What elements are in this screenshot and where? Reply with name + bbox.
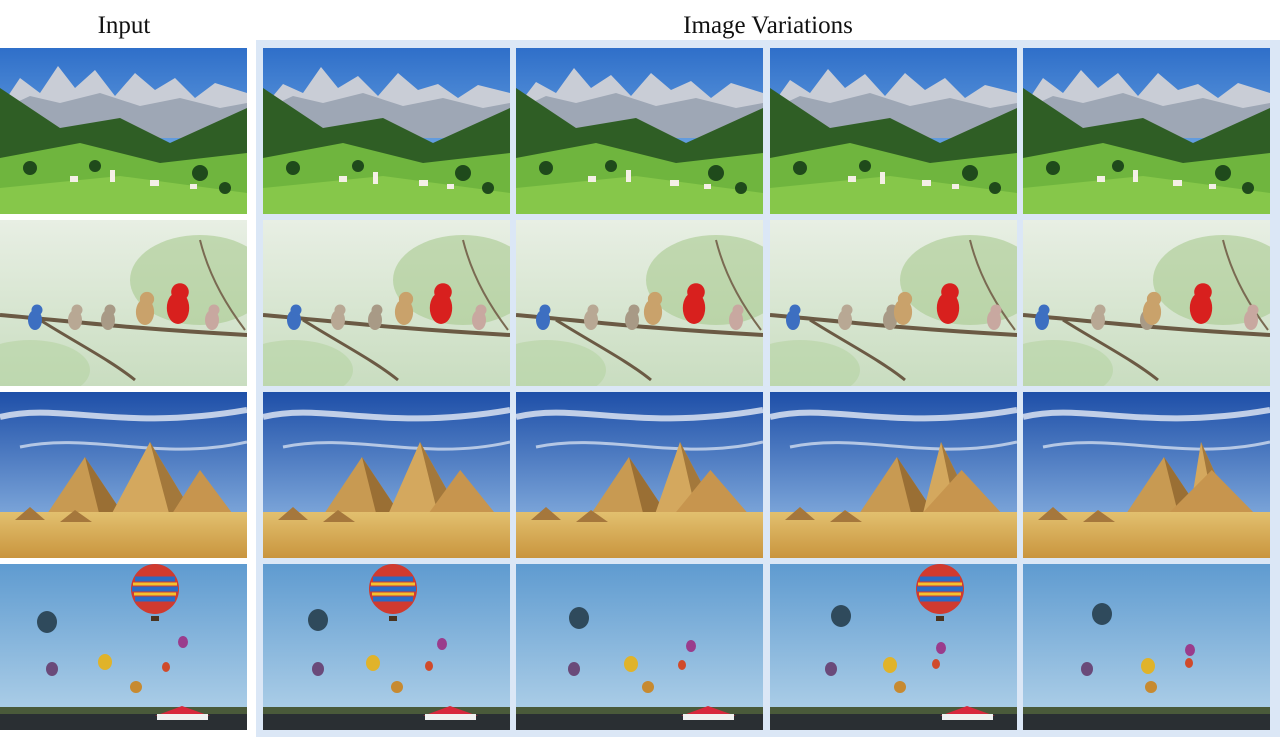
variation-image-hot-air-balloons-scene-3	[770, 564, 1017, 730]
variation-image-mountain-valley-scene-4	[1023, 48, 1270, 214]
variation-image-pyramids-desert-scene-4	[1023, 392, 1270, 558]
variation-image-birds-on-branch-scene-3	[770, 220, 1017, 386]
variation-image-mountain-valley-scene-1	[263, 48, 510, 214]
variation-image-birds-on-branch-scene-2	[516, 220, 763, 386]
variation-image-pyramids-desert-scene-2	[516, 392, 763, 558]
variation-image-hot-air-balloons-scene-4	[1023, 564, 1270, 730]
variation-image-birds-on-branch-scene-1	[263, 220, 510, 386]
variation-image-birds-on-branch-scene-4	[1023, 220, 1270, 386]
variation-image-hot-air-balloons-scene-1	[263, 564, 510, 730]
input-image-birds-on-branch-scene	[0, 220, 247, 386]
variation-image-mountain-valley-scene-2	[516, 48, 763, 214]
input-image-pyramids-desert-scene	[0, 392, 247, 558]
input-image-hot-air-balloons-scene	[0, 564, 247, 730]
variation-image-mountain-valley-scene-3	[770, 48, 1017, 214]
variation-image-pyramids-desert-scene-3	[770, 392, 1017, 558]
variation-image-pyramids-desert-scene-1	[263, 392, 510, 558]
input-column-header: Input	[97, 12, 151, 39]
variation-image-hot-air-balloons-scene-2	[516, 564, 763, 730]
input-image-mountain-valley-scene	[0, 48, 247, 214]
variations-column-header: Image Variations	[683, 12, 853, 39]
